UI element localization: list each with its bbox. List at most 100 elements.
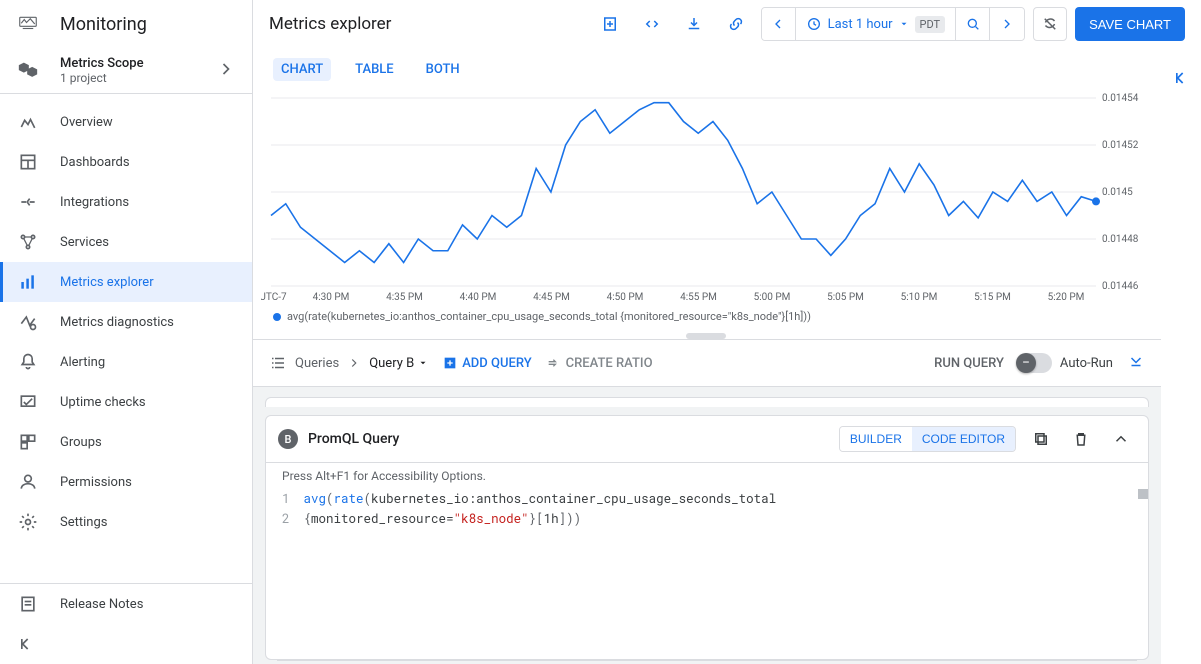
sidebar-item-permissions[interactable]: Permissions — [0, 462, 252, 502]
svg-text:5:05 PM: 5:05 PM — [827, 292, 864, 303]
save-chart-button[interactable]: SAVE CHART — [1075, 7, 1185, 41]
svg-text:UTC-7: UTC-7 — [261, 292, 287, 303]
svg-text:0.0145: 0.0145 — [1102, 187, 1133, 198]
auto-run-toggle[interactable]: − — [1018, 353, 1052, 373]
scope-title: Metrics Scope — [60, 56, 144, 71]
monitoring-logo-icon — [18, 14, 38, 34]
plus-box-icon — [442, 355, 458, 371]
code-icon — [643, 15, 661, 33]
run-query-button[interactable]: RUN QUERY — [934, 356, 1004, 371]
sidebar-header: Monitoring — [0, 0, 252, 48]
right-panel-expand-button[interactable] — [1161, 48, 1201, 664]
nav-label: Integrations — [60, 195, 129, 210]
sync-off-icon — [1041, 15, 1059, 33]
timerange-zoom-button[interactable] — [956, 7, 990, 41]
list-icon — [269, 354, 287, 372]
svg-text:4:45 PM: 4:45 PM — [533, 292, 570, 303]
query-title: PromQL Query — [308, 431, 829, 447]
product-title: Monitoring — [60, 14, 147, 35]
current-query-dropdown[interactable]: Query B — [369, 356, 428, 371]
code-button[interactable] — [635, 7, 669, 41]
svg-text:0.01454: 0.01454 — [1102, 93, 1139, 104]
nav-label: Metrics explorer — [60, 275, 154, 290]
panel-resize-handle[interactable] — [686, 333, 726, 339]
svg-text:4:55 PM: 4:55 PM — [680, 292, 717, 303]
editor-mode-segment: BUILDER CODE EDITOR — [839, 426, 1016, 452]
sidebar-item-services[interactable]: Services — [0, 222, 252, 262]
tab-table[interactable]: TABLE — [347, 58, 402, 81]
sidebar-item-release-notes[interactable]: Release Notes — [0, 584, 252, 624]
sidebar-item-settings[interactable]: Settings — [0, 502, 252, 542]
line-numbers: 12 — [266, 489, 304, 529]
tab-both[interactable]: BOTH — [418, 58, 468, 81]
zoom-icon — [965, 16, 981, 32]
caret-down-icon — [899, 19, 909, 29]
legend-dot-icon — [273, 313, 281, 321]
nav-label: Alerting — [60, 355, 105, 370]
code-editor-mode-button[interactable]: CODE EDITOR — [912, 427, 1015, 451]
scope-hex-icon — [18, 61, 38, 81]
svg-text:4:50 PM: 4:50 PM — [607, 292, 644, 303]
nav-label: Services — [60, 235, 109, 250]
timerange-picker: Last 1 hour PDT — [761, 7, 1026, 41]
collapse-query-button[interactable] — [1106, 424, 1136, 454]
code-editor[interactable]: 12 avg(rate(kubernetes_io:anthos_contain… — [266, 489, 1148, 659]
dashboards-icon — [18, 152, 38, 172]
query-block: B PromQL Query BUILDER CODE EDITOR Press… — [265, 415, 1149, 660]
builder-mode-button[interactable]: BUILDER — [840, 427, 912, 451]
chart-legend: avg(rate(kubernetes_io:anthos_container_… — [261, 308, 1151, 331]
sidebar-item-dashboards[interactable]: Dashboards — [0, 142, 252, 182]
sidebar-collapse-button[interactable] — [0, 624, 252, 664]
page-title: Metrics explorer — [269, 14, 585, 34]
sidebar-nav: Overview Dashboards Integrations Service… — [0, 94, 252, 583]
legend-label: avg(rate(kubernetes_io:anthos_container_… — [287, 310, 811, 323]
sidebar-item-uptime[interactable]: Uptime checks — [0, 382, 252, 422]
permissions-icon — [18, 472, 38, 492]
expand-left-icon — [1171, 68, 1191, 88]
timerange-next-button[interactable] — [990, 7, 1024, 41]
add-note-button[interactable] — [593, 7, 627, 41]
metrics-scope-selector[interactable]: Metrics Scope 1 project — [0, 48, 252, 94]
link-icon — [727, 15, 745, 33]
scrollbar-thumb[interactable] — [1138, 489, 1148, 499]
query-bar: Queries Query B ADD QUERY CREATE RATIO — [253, 339, 1161, 387]
nav-label: Release Notes — [60, 597, 143, 612]
release-notes-icon — [18, 594, 38, 614]
overview-icon — [18, 112, 38, 132]
sidebar-item-metrics-diagnostics[interactable]: Metrics diagnostics — [0, 302, 252, 342]
copy-icon — [1032, 430, 1050, 448]
nav-label: Uptime checks — [60, 395, 146, 410]
sidebar-item-groups[interactable]: Groups — [0, 422, 252, 462]
query-footer: EXAMPLE QUERIES Language: MQL PromQL — [277, 660, 1137, 664]
chart-svg[interactable]: 0.014460.014480.01450.014520.01454UTC-74… — [261, 92, 1151, 304]
sidebar-item-metrics-explorer[interactable]: Metrics explorer — [0, 262, 252, 302]
tab-chart[interactable]: CHART — [273, 58, 331, 81]
link-button[interactable] — [719, 7, 753, 41]
delete-query-button[interactable] — [1066, 424, 1096, 454]
sidebar-item-integrations[interactable]: Integrations — [0, 182, 252, 222]
code-content: avg(rate(kubernetes_io:anthos_container_… — [304, 489, 777, 529]
timerange-label[interactable]: Last 1 hour PDT — [796, 8, 957, 40]
svg-text:5:20 PM: 5:20 PM — [1048, 292, 1085, 303]
sidebar-item-overview[interactable]: Overview — [0, 102, 252, 142]
collapse-all-button[interactable] — [1127, 352, 1145, 374]
services-icon — [18, 232, 38, 252]
metrics-explorer-icon — [18, 272, 38, 292]
create-ratio-button[interactable]: CREATE RATIO — [546, 355, 653, 371]
nav-label: Settings — [60, 515, 107, 530]
auto-refresh-off-button[interactable] — [1033, 7, 1067, 41]
settings-icon — [18, 512, 38, 532]
sidebar-item-alerting[interactable]: Alerting — [0, 342, 252, 382]
download-button[interactable] — [677, 7, 711, 41]
alerting-icon — [18, 352, 38, 372]
nav-label: Overview — [60, 115, 113, 130]
queries-label: Queries — [295, 356, 339, 371]
nav-label: Dashboards — [60, 155, 130, 170]
copy-query-button[interactable] — [1026, 424, 1056, 454]
svg-text:5:15 PM: 5:15 PM — [974, 292, 1011, 303]
timerange-prev-button[interactable] — [762, 7, 796, 41]
svg-text:4:35 PM: 4:35 PM — [386, 292, 423, 303]
add-query-button[interactable]: ADD QUERY — [442, 355, 531, 371]
integrations-icon — [18, 192, 38, 212]
ratio-arrows-icon — [546, 355, 562, 371]
